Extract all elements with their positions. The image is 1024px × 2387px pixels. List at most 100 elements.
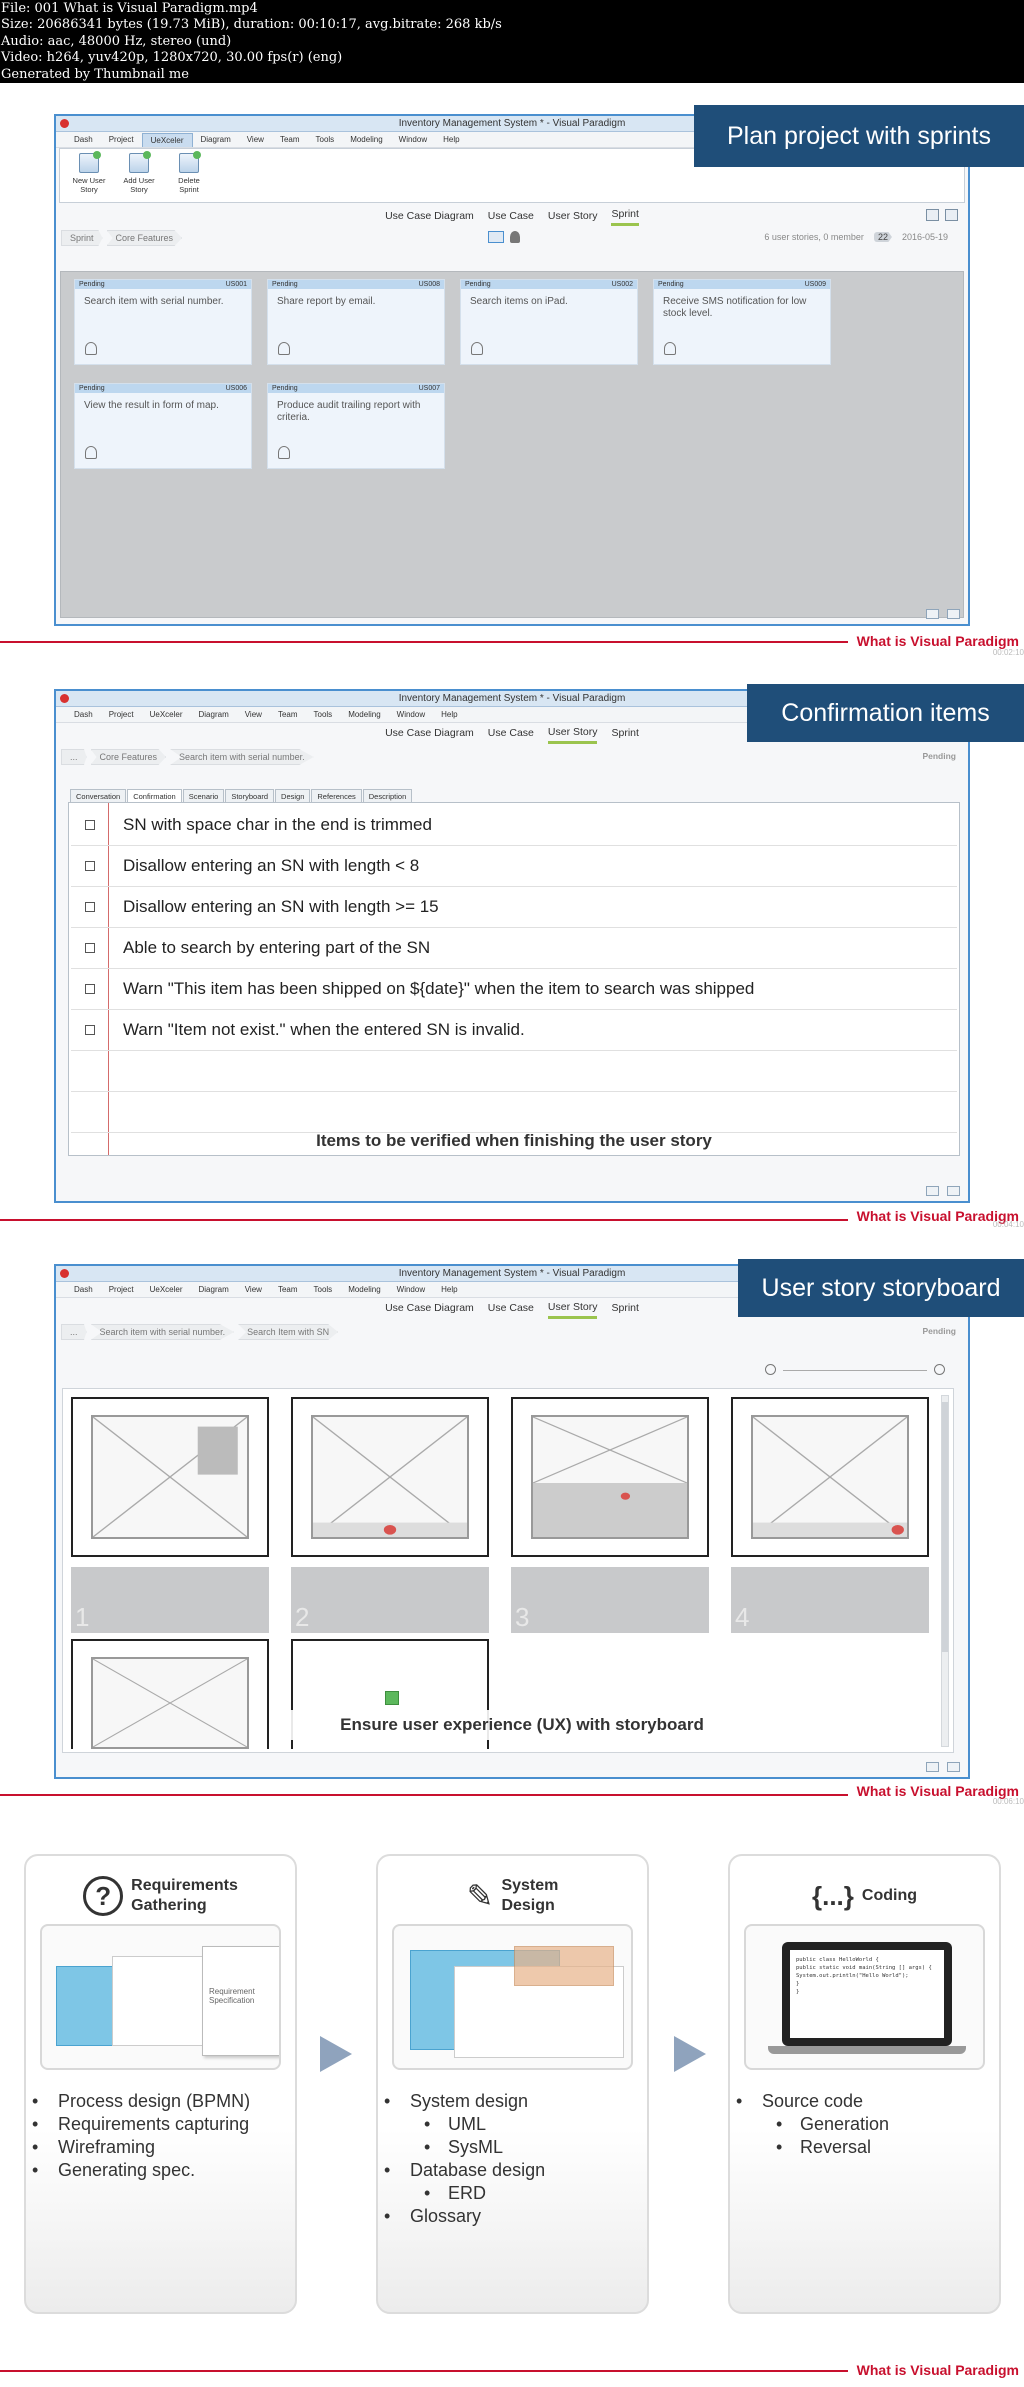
- laptop-base: [768, 2046, 966, 2054]
- breadcrumb-item[interactable]: ...: [61, 1324, 87, 1340]
- tab-use-case[interactable]: Use Case: [488, 724, 534, 742]
- breadcrumb-item[interactable]: Core Features: [90, 749, 167, 765]
- document-icon[interactable]: [947, 1186, 960, 1196]
- menu-window[interactable]: Window: [389, 708, 433, 721]
- scrollbar-thumb[interactable]: [942, 1402, 948, 1652]
- menu-help[interactable]: Help: [435, 133, 467, 146]
- screen-caption[interactable]: 1: [71, 1567, 269, 1633]
- menu-project[interactable]: Project: [101, 133, 142, 146]
- overview-coding: {...} Coding public class HelloWorld { p…: [728, 1854, 1001, 2314]
- item-checkbox[interactable]: [85, 943, 95, 953]
- storyboard-screen[interactable]: [71, 1639, 269, 1749]
- menu-dash[interactable]: Dash: [66, 133, 101, 146]
- menu-team[interactable]: Team: [270, 708, 306, 721]
- tab-user-story[interactable]: User Story: [547, 723, 598, 744]
- empty-row[interactable]: [71, 1092, 957, 1133]
- item-checkbox[interactable]: [85, 984, 95, 994]
- storyboard-screen[interactable]: [291, 1397, 489, 1557]
- tab-sprint[interactable]: Sprint: [611, 205, 639, 226]
- item-checkbox[interactable]: [85, 861, 95, 871]
- tab-sprint[interactable]: Sprint: [611, 1299, 638, 1317]
- zoom-in-icon[interactable]: [934, 1364, 945, 1375]
- bullet-list: Source code Generation Reversal: [736, 2090, 889, 2159]
- breadcrumb-item[interactable]: Search item with serial number.: [170, 749, 314, 765]
- item-checkbox[interactable]: [85, 902, 95, 912]
- breadcrumb-item[interactable]: Sprint: [61, 230, 103, 246]
- menu-team[interactable]: Team: [272, 133, 308, 146]
- mail-icon[interactable]: [926, 1186, 939, 1196]
- menu-modeling[interactable]: Modeling: [340, 1283, 388, 1296]
- menu-project[interactable]: Project: [101, 708, 142, 721]
- document-icon[interactable]: [947, 609, 960, 619]
- menu-tools[interactable]: Tools: [306, 1283, 341, 1296]
- user-story-card[interactable]: Pending US006 View the result in form of …: [74, 383, 252, 469]
- note-icon[interactable]: [945, 209, 958, 221]
- storyboard-screen[interactable]: [71, 1397, 269, 1557]
- zoom-track[interactable]: [783, 1370, 927, 1371]
- layout-icon[interactable]: [926, 209, 939, 221]
- menu-diagram[interactable]: Diagram: [191, 708, 237, 721]
- menu-view[interactable]: View: [237, 708, 270, 721]
- zoom-out-icon[interactable]: [765, 1364, 776, 1375]
- user-story-card[interactable]: Pending US008 Share report by email.: [267, 279, 445, 365]
- new-user-story-button[interactable]: New User Story: [68, 151, 110, 194]
- tab-use-case-diagram[interactable]: Use Case Diagram: [385, 1299, 474, 1317]
- add-user-story-button[interactable]: Add User Story: [118, 151, 160, 194]
- menu-tools[interactable]: Tools: [306, 708, 341, 721]
- item-checkbox[interactable]: [85, 1025, 95, 1035]
- card-view-icon[interactable]: [488, 231, 504, 243]
- tab-use-case-diagram[interactable]: Use Case Diagram: [385, 724, 474, 742]
- member-view-icon[interactable]: [510, 231, 520, 243]
- delete-sprint-button[interactable]: Delete Sprint: [168, 151, 210, 194]
- mail-icon[interactable]: [926, 609, 939, 619]
- menu-help[interactable]: Help: [433, 1283, 465, 1296]
- tab-use-case[interactable]: Use Case: [488, 207, 534, 225]
- tab-use-case[interactable]: Use Case: [488, 1299, 534, 1317]
- menu-uexceler[interactable]: UeXceler: [142, 1283, 191, 1296]
- breadcrumb-item[interactable]: Search item with serial number.: [90, 1324, 235, 1340]
- user-icon: [85, 446, 97, 459]
- zoom-slider[interactable]: [765, 1363, 945, 1377]
- add-screen-icon[interactable]: [385, 1691, 399, 1705]
- menu-window[interactable]: Window: [391, 133, 435, 146]
- menu-uexceler[interactable]: UeXceler: [141, 132, 193, 147]
- screen-caption[interactable]: 4: [731, 1567, 929, 1633]
- breadcrumb-item[interactable]: Search Item with SN: [238, 1324, 339, 1340]
- user-story-card[interactable]: Pending US009 Receive SMS notification fo…: [653, 279, 831, 365]
- tab-user-story[interactable]: User Story: [547, 1298, 598, 1319]
- menu-modeling[interactable]: Modeling: [340, 708, 388, 721]
- document-icon[interactable]: [947, 1762, 960, 1772]
- menu-window[interactable]: Window: [389, 1283, 433, 1296]
- user-story-card[interactable]: Pending US002 Search items on iPad.: [460, 279, 638, 365]
- status-bar: [926, 609, 960, 619]
- menu-uexceler[interactable]: UeXceler: [142, 708, 191, 721]
- menu-diagram[interactable]: Diagram: [193, 133, 239, 146]
- user-story-card[interactable]: Pending US001 Search item with serial num…: [74, 279, 252, 365]
- menu-tools[interactable]: Tools: [308, 133, 343, 146]
- menu-modeling[interactable]: Modeling: [342, 133, 390, 146]
- menu-dash[interactable]: Dash: [66, 1283, 101, 1296]
- column-title-line: Design: [501, 1897, 555, 1914]
- storyboard-screen[interactable]: [731, 1397, 929, 1557]
- breadcrumb-item[interactable]: Core Features: [106, 230, 183, 246]
- user-story-card[interactable]: Pending US007 Produce audit trailing repo…: [267, 383, 445, 469]
- menu-help[interactable]: Help: [433, 708, 465, 721]
- menu-dash[interactable]: Dash: [66, 708, 101, 721]
- empty-row[interactable]: [71, 1051, 957, 1092]
- breadcrumb-item[interactable]: ...: [61, 749, 87, 765]
- item-checkbox[interactable]: [85, 820, 95, 830]
- tab-use-case-diagram[interactable]: Use Case Diagram: [385, 207, 474, 225]
- confirmation-item: Able to search by entering part of the S…: [71, 928, 957, 969]
- mail-icon[interactable]: [926, 1762, 939, 1772]
- menu-diagram[interactable]: Diagram: [191, 1283, 237, 1296]
- menu-view[interactable]: View: [239, 133, 272, 146]
- storyboard-screen[interactable]: [511, 1397, 709, 1557]
- screen-caption[interactable]: 3: [511, 1567, 709, 1633]
- menu-project[interactable]: Project: [101, 1283, 142, 1296]
- tab-sprint[interactable]: Sprint: [611, 724, 638, 742]
- tab-user-story[interactable]: User Story: [548, 207, 598, 225]
- vertical-scrollbar[interactable]: [941, 1395, 949, 1747]
- menu-team[interactable]: Team: [270, 1283, 306, 1296]
- menu-view[interactable]: View: [237, 1283, 270, 1296]
- screen-caption[interactable]: 2: [291, 1567, 489, 1633]
